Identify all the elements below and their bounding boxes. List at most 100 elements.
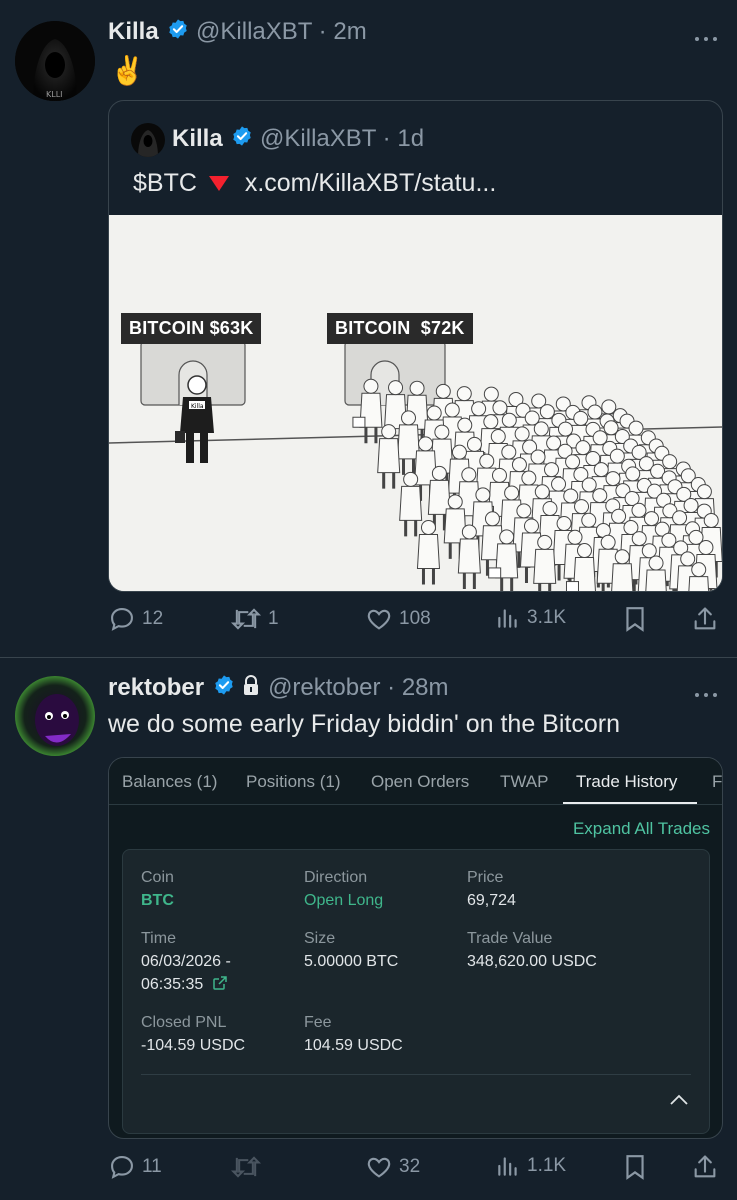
tab-positions[interactable]: Positions (1) (246, 772, 340, 792)
tab-twap[interactable]: TWAP (500, 772, 548, 792)
repost-button[interactable] (230, 1153, 268, 1181)
verified-badge-icon (231, 125, 253, 154)
reply-count: 12 (142, 608, 164, 629)
avatar-killa[interactable]: KLLI (15, 21, 95, 101)
repost-icon (230, 605, 262, 633)
chevron-up-icon[interactable] (669, 1093, 689, 1112)
tweet-time[interactable]: 28m (402, 674, 449, 701)
views-count: 3.1K (527, 607, 567, 628)
like-button[interactable]: 108 (365, 605, 431, 633)
views-icon (495, 605, 521, 631)
quote-text: $BTC x.com/KillaXBT/statu... (133, 169, 496, 199)
trade-value-value: 348,620.00 USDC (467, 953, 597, 970)
coin-label: Coin (141, 869, 174, 886)
views-count: 1.1K (527, 1155, 567, 1176)
views-button[interactable]: 3.1K (495, 605, 566, 631)
separator-dot: · (318, 18, 327, 45)
verified-badge-icon (167, 18, 189, 47)
reply-button[interactable]: 12 (108, 605, 163, 633)
time-value-clock: 06:35:35 (141, 975, 228, 996)
external-link-icon[interactable] (212, 975, 228, 996)
tweet-divider (0, 657, 737, 658)
author-handle[interactable]: @rektober (268, 674, 380, 701)
left-price-sign: BITCOIN $63K (121, 313, 262, 344)
author-name[interactable]: Killa (108, 18, 159, 45)
reply-icon (108, 605, 136, 633)
reply-icon (108, 1153, 136, 1181)
tab-trade-history[interactable]: Trade History (576, 772, 677, 792)
quote-author-handle: @KillaXBT (260, 125, 376, 152)
bookmark-icon (622, 605, 648, 633)
right-price-sign: BITCOIN $72K (327, 313, 473, 344)
like-button[interactable]: 32 (365, 1153, 420, 1181)
time-value-date: 06/03/2026 - (141, 953, 231, 970)
repost-button[interactable]: 1 (230, 605, 279, 633)
quote-avatar (131, 123, 165, 157)
cashtag[interactable]: $BTC (133, 169, 197, 197)
share-button[interactable] (691, 605, 719, 633)
tab-open-orders[interactable]: Open Orders (371, 772, 469, 792)
reply-count: 11 (142, 1156, 162, 1177)
lock-icon (241, 674, 261, 703)
separator-dot: · (382, 125, 391, 152)
like-icon (365, 605, 393, 633)
bookmark-icon (622, 1153, 648, 1181)
quote-time: 1d (397, 125, 425, 152)
bookmark-button[interactable] (622, 1153, 648, 1181)
share-icon (691, 605, 719, 633)
tweet-1-actions: 12 1 108 3.1K (108, 605, 720, 635)
views-icon (495, 1153, 521, 1179)
like-icon (365, 1153, 393, 1181)
trade-detail-card: Coin BTC Direction Open Long Price 69,72… (122, 849, 710, 1134)
size-label: Size (304, 930, 336, 947)
expand-all-trades-link[interactable]: Expand All Trades (573, 819, 710, 839)
share-button[interactable] (691, 1153, 719, 1181)
quote-image[interactable]: Killa BITCOIN $63K BITCOIN $72K (109, 215, 722, 591)
tweet-time[interactable]: 2m (333, 18, 366, 45)
tweet-text: we do some early Friday biddin' on the B… (108, 710, 620, 738)
tweet-2-actions: 11 32 1.1K (108, 1153, 720, 1183)
trade-value-label: Trade Value (467, 930, 553, 947)
author-handle[interactable]: @KillaXBT (196, 18, 312, 45)
fee-value: 104.59 USDC (304, 1037, 403, 1054)
svg-text:Killa: Killa (191, 403, 204, 410)
closed-pnl-label: Closed PNL (141, 1014, 227, 1031)
quote-header: Killa @KillaXBT · 1d (172, 125, 424, 154)
like-count: 32 (399, 1156, 421, 1177)
time-label: Time (141, 930, 176, 947)
price-value: 69,724 (467, 892, 516, 909)
trade-history-image[interactable]: Balances (1) Positions (1) Open Orders T… (108, 757, 723, 1139)
tab-balances[interactable]: Balances (1) (122, 772, 217, 792)
repost-count: 1 (268, 608, 279, 629)
reply-button[interactable]: 11 (108, 1153, 162, 1181)
active-tab-underline (563, 802, 697, 804)
closed-pnl-value: -104.59 USDC (141, 1037, 246, 1054)
queue-illustration: Killa (109, 215, 722, 591)
author-name[interactable]: rektober (108, 674, 204, 701)
separator-dot: · (387, 674, 396, 701)
verified-badge-icon (213, 674, 235, 703)
views-button[interactable]: 1.1K (495, 1153, 566, 1179)
coin-value: BTC (141, 892, 174, 909)
tweet-1-header: Killa @KillaXBT · 2m (108, 18, 367, 47)
detail-divider (141, 1074, 691, 1075)
like-count: 108 (399, 608, 431, 629)
direction-value: Open Long (304, 892, 384, 909)
quote-link[interactable]: x.com/KillaXBT/statu... (245, 169, 496, 197)
avatar-rektober[interactable] (15, 676, 95, 756)
share-icon (691, 1153, 719, 1181)
time-value-time: 06:35:35 (141, 976, 204, 993)
bookmark-button[interactable] (622, 605, 648, 633)
down-triangle-icon (208, 170, 230, 199)
quote-tweet-card[interactable]: Killa @KillaXBT · 1d $BTC x.com/KillaXBT… (108, 100, 723, 592)
tweet-2-header: rektober @rektober · 28m (108, 674, 449, 703)
more-icon[interactable] (694, 30, 718, 48)
svg-text:KLLI: KLLI (46, 90, 63, 99)
price-label: Price (467, 869, 504, 886)
fee-label: Fee (304, 1014, 332, 1031)
more-icon[interactable] (694, 686, 718, 704)
tweet-text: ✌️ (110, 55, 145, 86)
direction-label: Direction (304, 869, 368, 886)
size-value: 5.00000 BTC (304, 953, 399, 970)
tab-truncated[interactable]: F (712, 772, 722, 792)
